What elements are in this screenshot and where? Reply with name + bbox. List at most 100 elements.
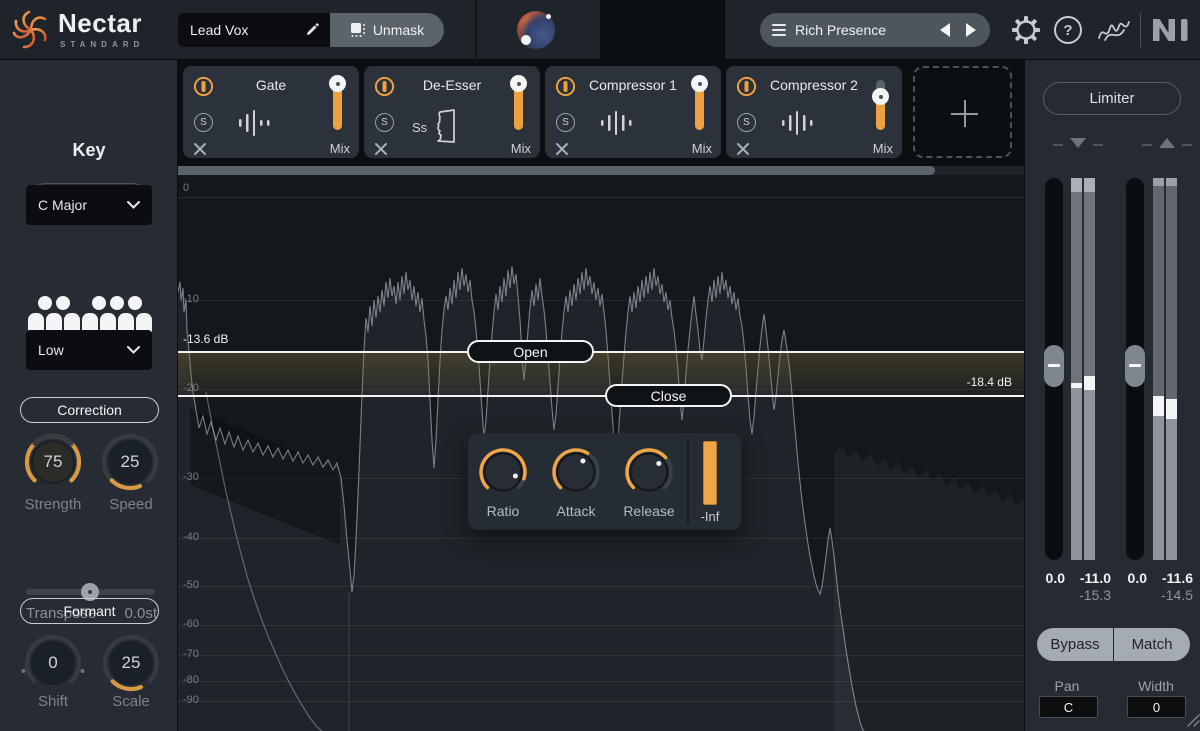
key-dropdown[interactable]: C Major <box>26 185 152 225</box>
ratio-label: Ratio <box>468 503 538 519</box>
preset-prev-button[interactable] <box>940 23 950 37</box>
db-tick: -50 <box>183 579 199 591</box>
mix-label: Mix <box>664 141 712 156</box>
close-threshold-line[interactable] <box>178 395 1024 397</box>
formant-label: Formant <box>63 603 115 619</box>
chain-view-tab[interactable] <box>600 0 725 60</box>
close-module-icon[interactable] <box>555 142 569 156</box>
width-label: Width <box>1126 678 1186 694</box>
db-tick: -80 <box>183 674 199 686</box>
input-secondary-value: -15.3 <box>1067 587 1111 603</box>
match-button[interactable]: Match <box>1114 628 1190 661</box>
input-fader-handle[interactable] <box>1044 345 1064 387</box>
chevron-down-icon <box>127 201 140 209</box>
preset-list-icon <box>772 24 786 36</box>
strength-value: 75 <box>21 430 85 494</box>
attack-knob[interactable] <box>548 444 604 500</box>
solo-button[interactable]: S <box>375 113 394 132</box>
solo-button[interactable]: S <box>556 113 575 132</box>
output-gain-fader[interactable] <box>1126 178 1144 560</box>
mix-slider-knob[interactable] <box>872 88 889 105</box>
strength-knob[interactable]: 75 <box>21 430 85 494</box>
solo-button[interactable]: S <box>194 113 213 132</box>
module-scrollbar-thumb[interactable] <box>178 166 935 175</box>
db-tick: -20 <box>183 382 199 394</box>
module-card-compressor-1[interactable]: Compressor 1 S Mix <box>545 66 721 158</box>
close-module-icon[interactable] <box>374 142 388 156</box>
limiter-button[interactable]: Limiter <box>1043 82 1181 115</box>
pan-label: Pan <box>1037 678 1097 694</box>
power-icon[interactable] <box>555 76 576 97</box>
solo-glyph: S <box>743 117 750 128</box>
output-secondary-value: -14.5 <box>1149 587 1193 603</box>
formant-section-button[interactable]: Formant <box>20 598 159 624</box>
mix-slider-knob[interactable] <box>691 75 708 92</box>
open-threshold-line[interactable] <box>178 351 1024 353</box>
module-title: De-Esser <box>394 77 510 93</box>
speed-knob[interactable]: 25 <box>98 430 162 494</box>
output-panel: Limiter <box>1024 60 1200 731</box>
register-dropdown[interactable]: Low <box>26 330 152 370</box>
meter-dash <box>1182 144 1192 146</box>
input-gain-fader[interactable] <box>1045 178 1063 560</box>
bypass-button[interactable]: Bypass <box>1037 628 1114 661</box>
help-button[interactable]: ? <box>1054 16 1082 44</box>
track-name-field[interactable]: Lead Vox <box>178 13 330 47</box>
shift-knob[interactable]: 0 <box>21 631 85 695</box>
module-title: Compressor 2 <box>756 77 872 93</box>
unmask-label: Unmask <box>373 22 424 38</box>
close-module-icon[interactable] <box>736 142 750 156</box>
compressor-waveform-icon <box>597 108 641 138</box>
pencil-icon[interactable] <box>304 22 320 38</box>
db-tick: -30 <box>183 471 199 483</box>
shift-value: 0 <box>21 631 85 695</box>
mix-slider-knob[interactable] <box>329 75 346 92</box>
db-tick: 0 <box>183 182 189 194</box>
attack-label: Attack <box>541 503 611 519</box>
top-bar: Nectar STANDARD Lead Vox Unmask <box>0 0 1200 60</box>
track-name-value: Lead Vox <box>190 22 304 38</box>
key-panel: Key Detect C Major Register Low Correcti… <box>0 60 178 731</box>
chevron-down-icon <box>127 346 140 354</box>
power-icon[interactable] <box>193 76 214 97</box>
svg-text:Ss: Ss <box>412 120 428 135</box>
add-module-button[interactable] <box>913 66 1012 158</box>
scale-knob[interactable]: 25 <box>99 631 163 695</box>
db-tick: -10 <box>183 293 199 305</box>
module-card-compressor-2[interactable]: Compressor 2 S Mix <box>726 66 902 158</box>
settings-gear-icon[interactable] <box>1011 15 1041 45</box>
power-icon[interactable] <box>374 76 395 97</box>
preset-next-button[interactable] <box>966 23 976 37</box>
meter-dash <box>1142 144 1152 146</box>
output-meter-right <box>1166 178 1177 560</box>
pan-value-box[interactable]: C <box>1039 696 1098 718</box>
module-card-gate[interactable]: Gate S Mix <box>183 66 359 158</box>
meter-dash <box>1093 144 1103 146</box>
power-icon[interactable] <box>736 76 757 97</box>
open-threshold-handle[interactable]: Open <box>467 340 594 363</box>
unmask-button[interactable]: Unmask <box>330 13 444 47</box>
mix-slider-knob[interactable] <box>510 75 527 92</box>
close-module-icon[interactable] <box>193 142 207 156</box>
close-threshold-handle[interactable]: Close <box>605 384 732 407</box>
release-knob[interactable] <box>621 444 677 500</box>
module-card-deesser[interactable]: De-Esser S Ss Mix <box>364 66 540 158</box>
correction-section-button[interactable]: Correction <box>20 397 159 423</box>
brand-name: Nectar <box>58 8 142 39</box>
output-meter-left <box>1153 178 1164 560</box>
ratio-knob[interactable] <box>475 444 531 500</box>
module-scrollbar-track[interactable] <box>178 166 1024 175</box>
bypass-match-group: Bypass Match <box>1037 628 1190 661</box>
solo-glyph: S <box>562 117 569 128</box>
output-fader-handle[interactable] <box>1125 345 1145 387</box>
release-label: Release <box>614 503 684 519</box>
mix-label: Mix <box>302 141 350 156</box>
mix-label: Mix <box>483 141 531 156</box>
width-value-box[interactable]: 0 <box>1127 696 1186 718</box>
resize-handle[interactable] <box>1187 714 1200 727</box>
help-glyph: ? <box>1063 22 1072 39</box>
signature-squiggle-icon[interactable] <box>1097 16 1131 44</box>
assistant-sphere-icon[interactable] <box>517 11 555 49</box>
solo-button[interactable]: S <box>737 113 756 132</box>
preset-selector[interactable]: Rich Presence <box>760 13 990 47</box>
